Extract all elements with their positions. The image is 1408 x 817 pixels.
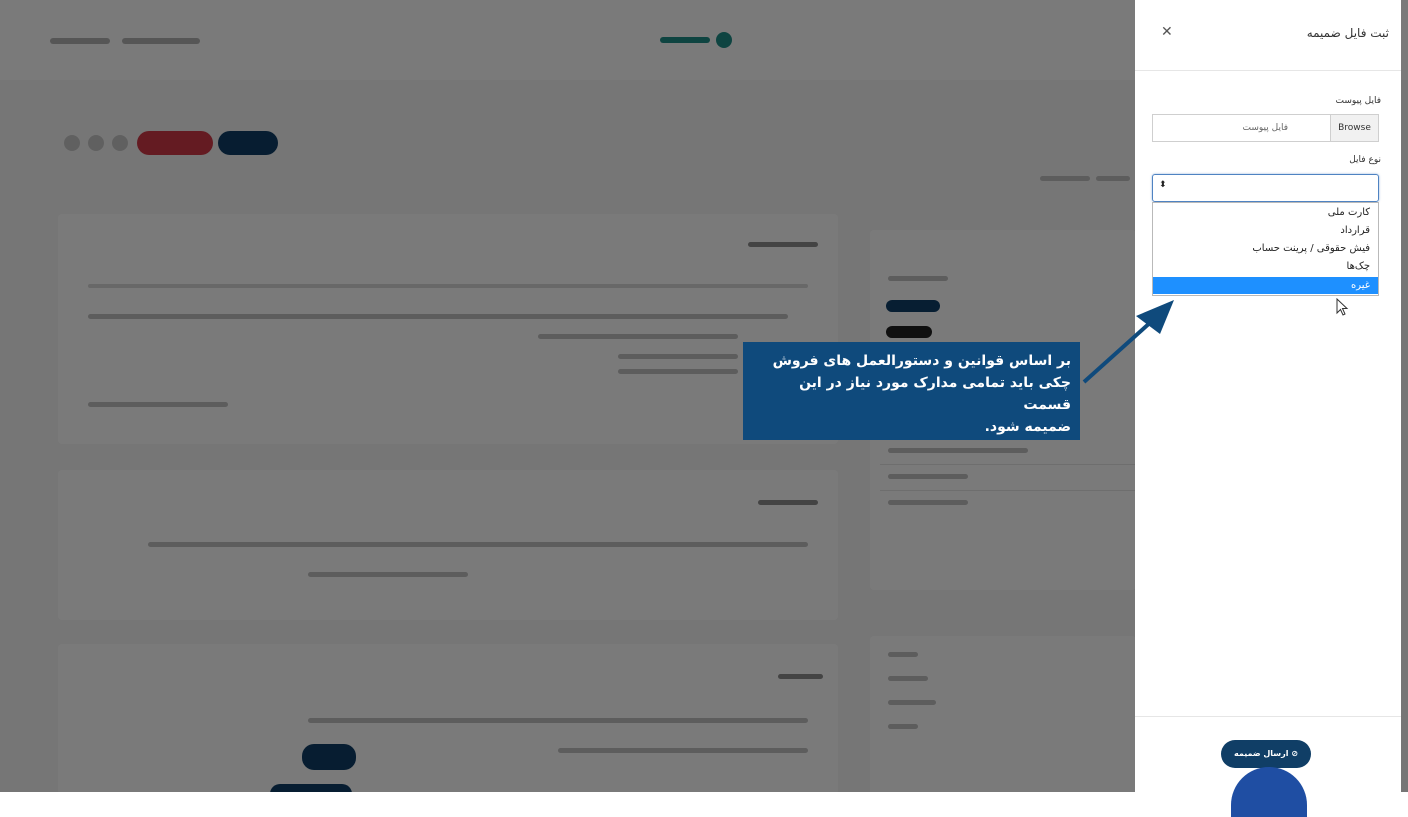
tooltip-line: چکی باید تمامی مدارک مورد نیاز در این قس…: [799, 375, 1071, 413]
tooltip-line: ضمیمه شود.: [984, 419, 1071, 435]
tooltip-arrow: [1082, 300, 1174, 384]
tooltip-line: بر اساس قوانین و دستورالعمل های فروش: [772, 353, 1071, 369]
guide-tooltip: بر اساس قوانین و دستورالعمل های فروش چکی…: [743, 342, 1080, 440]
mouse-cursor-icon: [1336, 298, 1349, 316]
